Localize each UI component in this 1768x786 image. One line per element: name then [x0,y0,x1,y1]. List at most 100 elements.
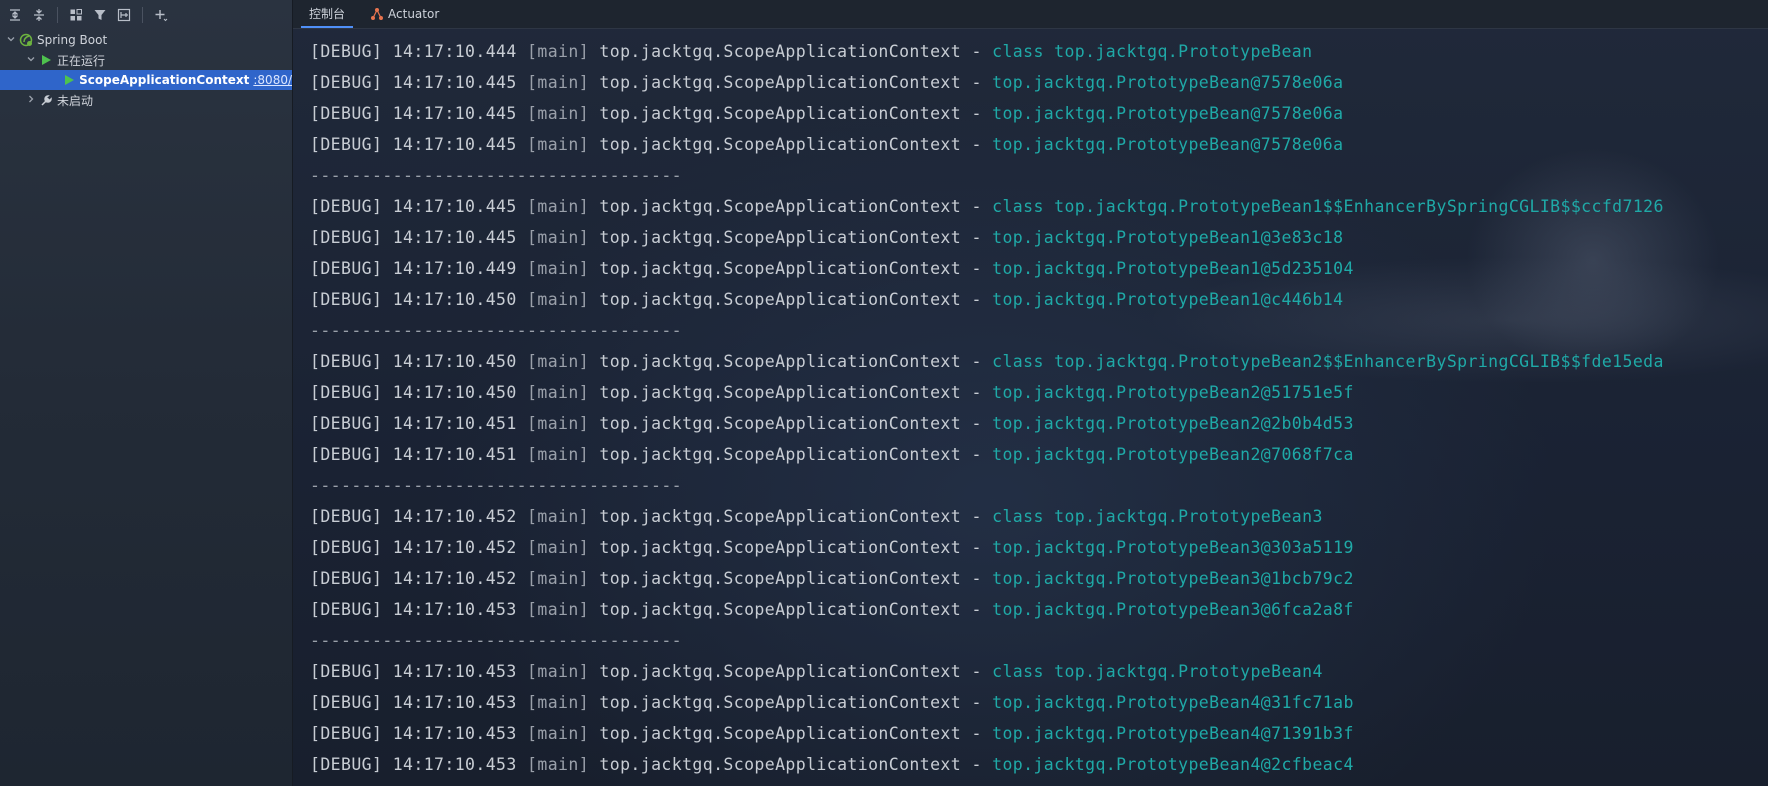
log-logger: top.jacktgq.ScopeApplicationContext [599,135,962,154]
chevron-down-icon[interactable] [4,34,18,47]
log-thread: [main] [527,445,590,464]
console-log-line: [DEBUG] 14:17:10.453 [main] top.jacktgq.… [310,718,1768,749]
log-time: 14:17:10.451 [392,445,517,464]
log-time: 14:17:10.445 [392,73,517,92]
tree-node-spring-boot[interactable]: Spring Boot [0,30,292,50]
console-log-line: [DEBUG] 14:17:10.451 [main] top.jacktgq.… [310,439,1768,470]
log-thread: [main] [527,228,590,247]
log-thread: [main] [527,755,590,774]
wrench-icon [38,92,54,108]
group-icon[interactable] [65,4,87,26]
log-thread: [main] [527,662,590,681]
log-logger: top.jacktgq.ScopeApplicationContext [599,693,962,712]
log-level: [DEBUG] [310,228,383,247]
log-level: [DEBUG] [310,414,383,433]
log-thread: [main] [527,73,590,92]
log-logger: top.jacktgq.ScopeApplicationContext [599,445,962,464]
run-icon [62,72,76,88]
spring-boot-icon [18,32,34,48]
log-time: 14:17:10.453 [392,693,517,712]
log-logger: top.jacktgq.ScopeApplicationContext [599,755,962,774]
console-log-line: [DEBUG] 14:17:10.453 [main] top.jacktgq.… [310,594,1768,625]
console-log-line: [DEBUG] 14:17:10.453 [main] top.jacktgq.… [310,749,1768,780]
log-separator: - [971,197,982,216]
tab-console[interactable]: 控制台 [301,0,354,28]
log-thread: [main] [527,693,590,712]
log-time: 14:17:10.453 [392,662,517,681]
console-log-line: [DEBUG] 14:17:10.445 [main] top.jacktgq.… [310,222,1768,253]
log-logger: top.jacktgq.ScopeApplicationContext [599,507,962,526]
tree-node-not-started[interactable]: 未启动 [0,90,292,110]
console-log-line: [DEBUG] 14:17:10.445 [main] top.jacktgq.… [310,191,1768,222]
log-level: [DEBUG] [310,662,383,681]
console-separator-line: ------------------------------------ [310,625,1768,656]
log-level: [DEBUG] [310,383,383,402]
tab-actuator[interactable]: Actuator [361,0,447,28]
log-separator: - [971,228,982,247]
log-level: [DEBUG] [310,538,383,557]
log-message: top.jacktgq.PrototypeBean3@1bcb79c2 [992,569,1354,588]
toolbar-divider [142,7,143,23]
filter-icon[interactable] [89,4,111,26]
chevron-right-icon[interactable] [24,94,38,107]
log-separator: - [971,73,982,92]
log-time: 14:17:10.445 [392,197,517,216]
tree-node-scope-application-context[interactable]: ScopeApplicationContext :8080/ [0,70,292,90]
log-logger: top.jacktgq.ScopeApplicationContext [599,383,962,402]
chevron-down-icon[interactable] [24,54,38,67]
log-time: 14:17:10.453 [392,755,517,774]
log-message: top.jacktgq.PrototypeBean@7578e06a [992,73,1344,92]
app-port-link[interactable]: :8080/ [253,73,292,87]
services-panel: Spring Boot 正在运行 ScopeApplicationContext… [0,0,293,786]
log-level: [DEBUG] [310,724,383,743]
tree-node-running[interactable]: 正在运行 [0,50,292,70]
log-logger: top.jacktgq.ScopeApplicationContext [599,197,962,216]
log-time: 14:17:10.452 [392,507,517,526]
log-message: top.jacktgq.PrototypeBean1@c446b14 [992,290,1344,309]
add-service-icon[interactable] [150,4,172,26]
log-level: [DEBUG] [310,259,383,278]
log-time: 14:17:10.453 [392,600,517,619]
log-separator: - [971,724,982,743]
log-logger: top.jacktgq.ScopeApplicationContext [599,352,962,371]
log-time: 14:17:10.450 [392,383,517,402]
log-level: [DEBUG] [310,569,383,588]
log-thread: [main] [527,352,590,371]
log-message: top.jacktgq.PrototypeBean2@51751e5f [992,383,1354,402]
log-logger: top.jacktgq.ScopeApplicationContext [599,42,962,61]
log-logger: top.jacktgq.ScopeApplicationContext [599,259,962,278]
log-thread: [main] [527,42,590,61]
log-level: [DEBUG] [310,600,383,619]
log-level: [DEBUG] [310,352,383,371]
log-separator: - [971,569,982,588]
console-log-line: [DEBUG] 14:17:10.449 [main] top.jacktgq.… [310,253,1768,284]
log-separator: - [971,600,982,619]
separator-text: ------------------------------------ [310,166,683,185]
log-thread: [main] [527,507,590,526]
log-thread: [main] [527,569,590,588]
separator-text: ------------------------------------ [310,321,683,340]
log-logger: top.jacktgq.ScopeApplicationContext [599,569,962,588]
separator-text: ------------------------------------ [310,631,683,650]
console-separator-line: ------------------------------------ [310,160,1768,191]
console-log-line: [DEBUG] 14:17:10.445 [main] top.jacktgq.… [310,98,1768,129]
collapse-all-icon[interactable] [28,4,50,26]
log-logger: top.jacktgq.ScopeApplicationContext [599,414,962,433]
log-thread: [main] [527,414,590,433]
log-separator: - [971,538,982,557]
console-log-line: [DEBUG] 14:17:10.452 [main] top.jacktgq.… [310,501,1768,532]
console-output[interactable]: [DEBUG] 14:17:10.444 [main] top.jacktgq.… [310,36,1768,780]
log-time: 14:17:10.445 [392,135,517,154]
expand-all-icon[interactable] [4,4,26,26]
log-level: [DEBUG] [310,507,383,526]
log-thread: [main] [527,135,590,154]
console-log-line: [DEBUG] 14:17:10.450 [main] top.jacktgq.… [310,377,1768,408]
log-message: class top.jacktgq.PrototypeBean2$$Enhanc… [992,352,1664,371]
console-log-line: [DEBUG] 14:17:10.451 [main] top.jacktgq.… [310,408,1768,439]
log-level: [DEBUG] [310,135,383,154]
log-message: top.jacktgq.PrototypeBean2@2b0b4d53 [992,414,1354,433]
log-logger: top.jacktgq.ScopeApplicationContext [599,104,962,123]
log-message: top.jacktgq.PrototypeBean1@3e83c18 [992,228,1344,247]
log-separator: - [971,445,982,464]
new-config-icon[interactable] [113,4,135,26]
